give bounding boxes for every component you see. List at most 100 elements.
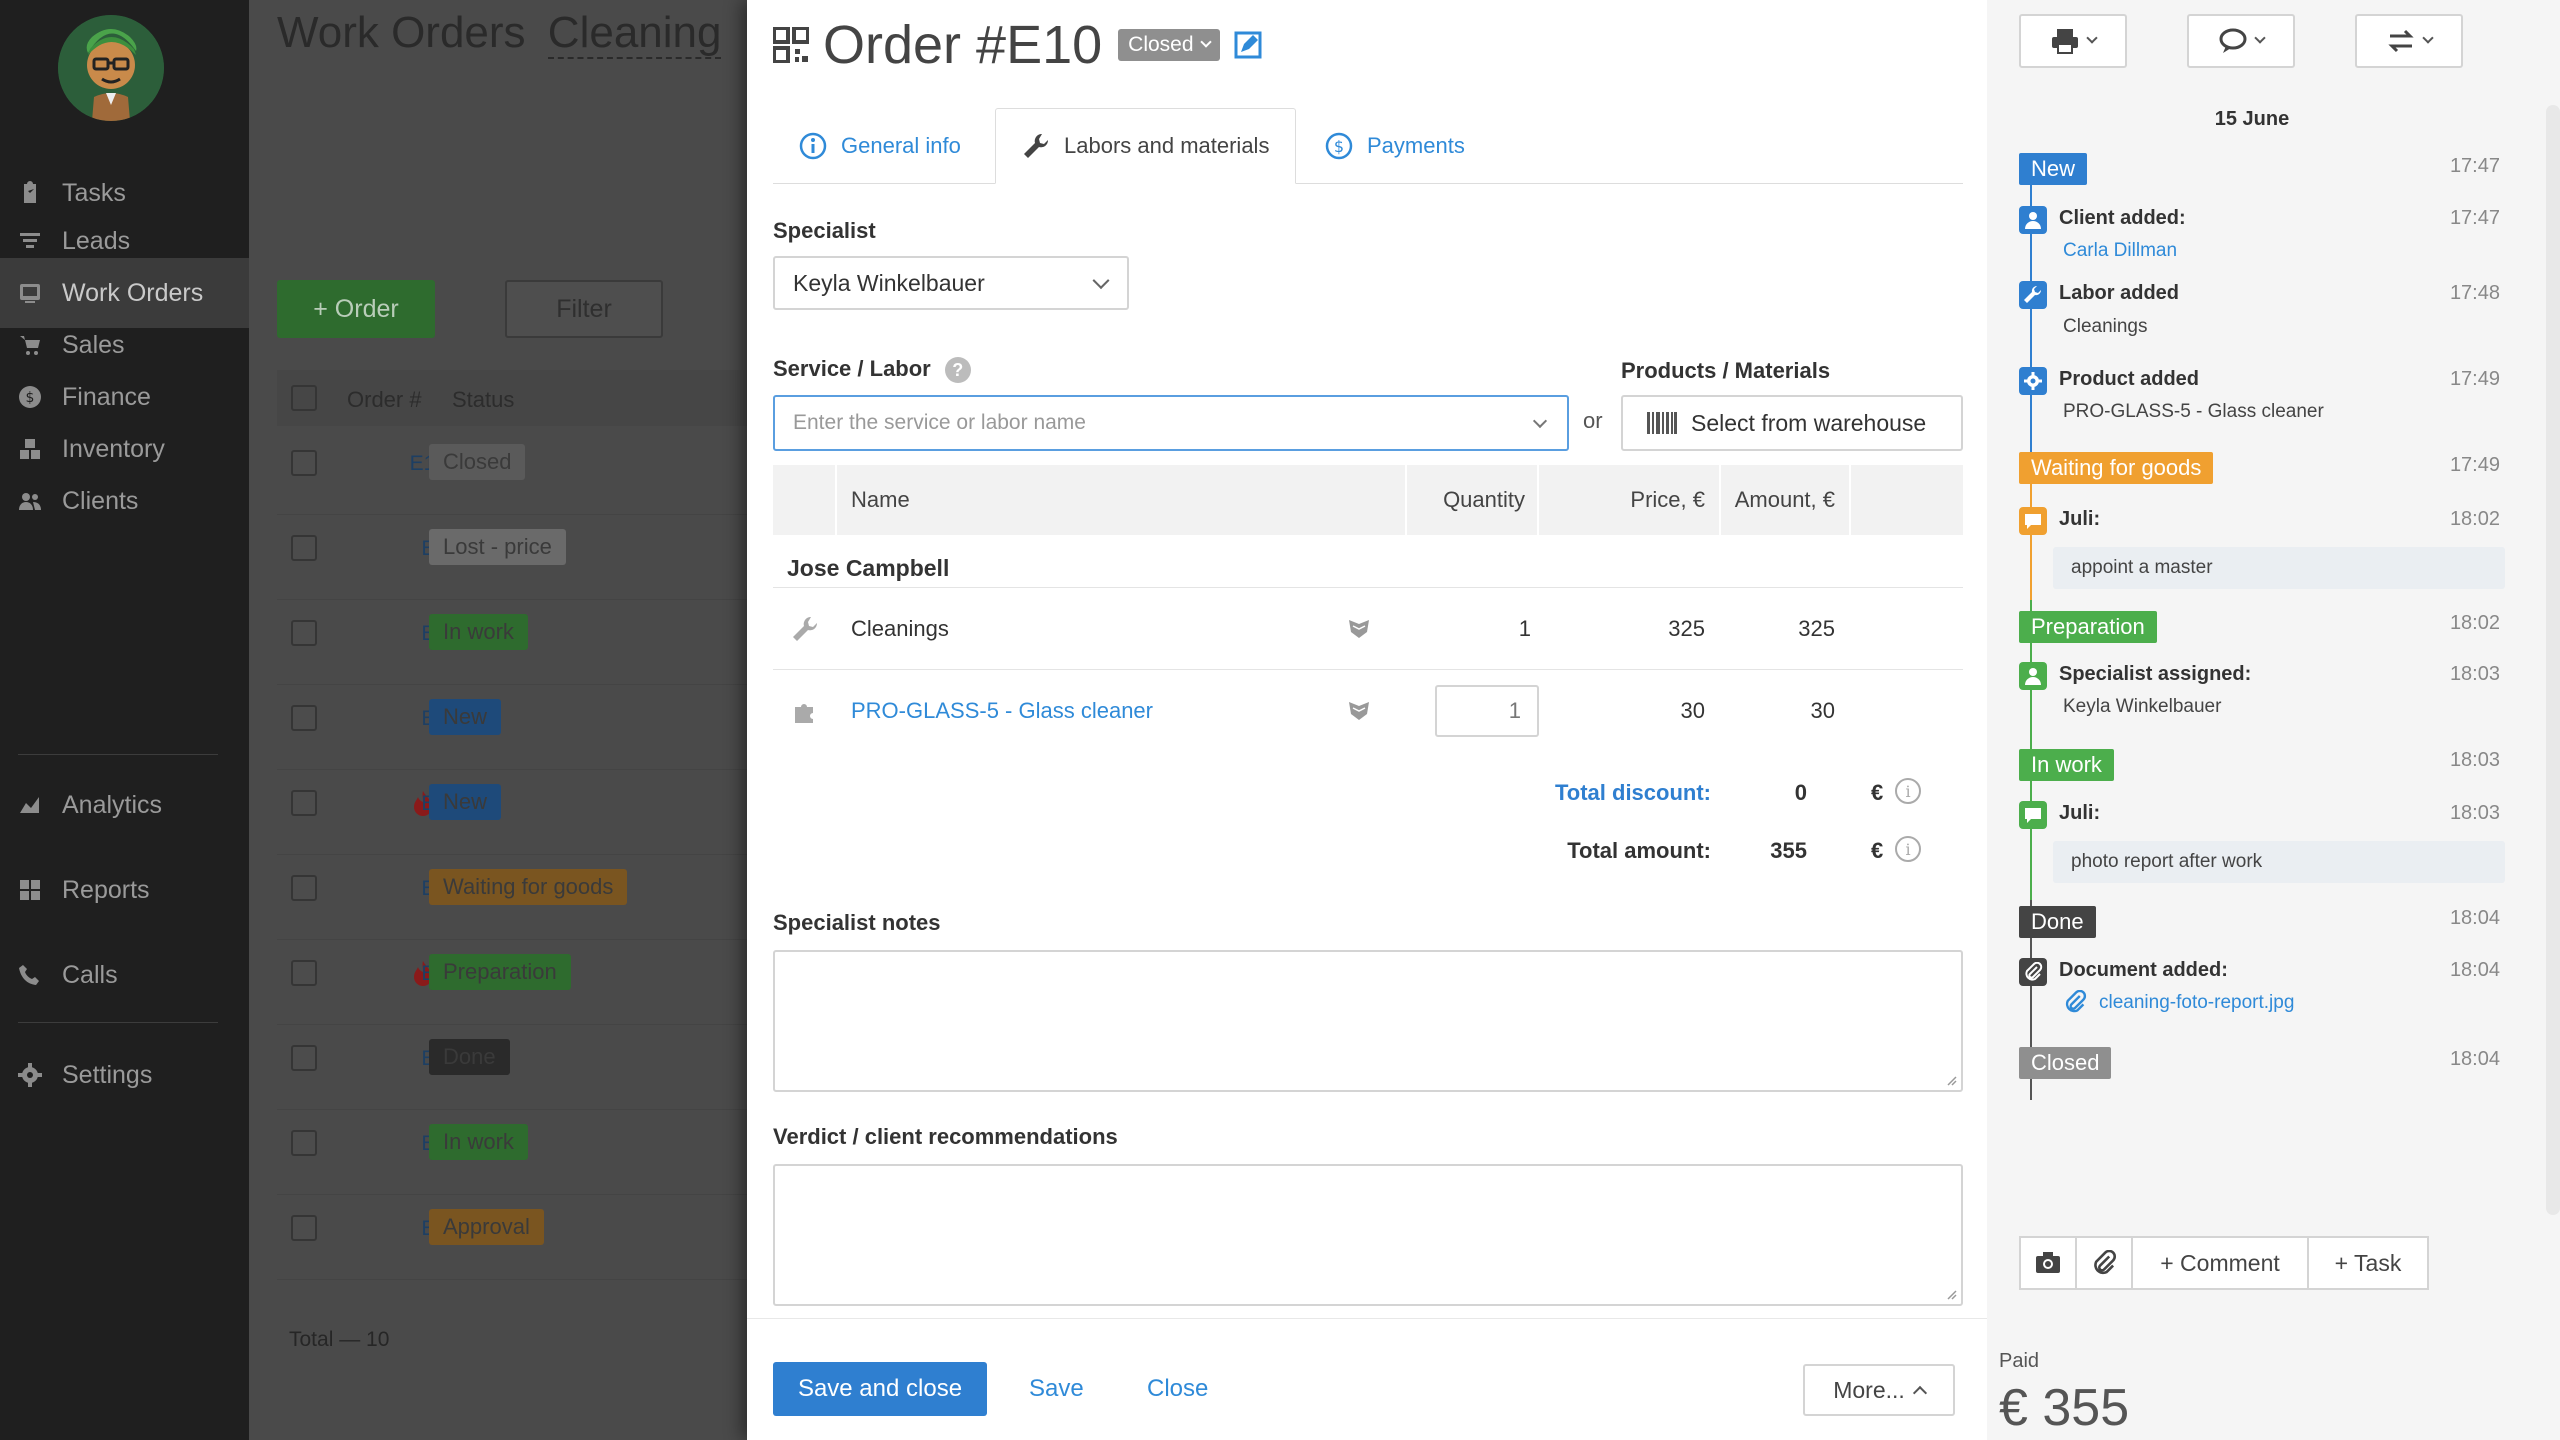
column-header-amount: Amount, € — [1719, 465, 1849, 535]
items-table-header: Name Quantity Price, € Amount, € — [773, 465, 1963, 535]
table-row[interactable]: E7New — [277, 685, 749, 770]
status-badge[interactable]: Closed — [429, 444, 526, 480]
info-icon[interactable]: i — [1895, 778, 1921, 804]
qr-code-icon[interactable] — [773, 27, 809, 63]
add-order-button[interactable]: + Order — [277, 280, 435, 338]
save-and-close-button[interactable]: Save and close — [773, 1362, 987, 1416]
status-dropdown[interactable]: Closed — [1118, 29, 1220, 61]
messages-button[interactable] — [2187, 14, 2295, 68]
table-row[interactable]: E9Lost - price — [277, 515, 749, 600]
row-checkbox[interactable] — [291, 450, 317, 476]
status-badge[interactable]: New — [429, 699, 502, 735]
cart-icon — [18, 333, 42, 357]
transfer-arrows-icon — [2388, 29, 2414, 53]
sidebar-item-clients[interactable]: Clients — [0, 466, 249, 536]
status-badge[interactable]: Preparation — [429, 954, 571, 990]
info-icon[interactable]: i — [1895, 836, 1921, 862]
status-badge[interactable]: Lost - price — [429, 529, 566, 565]
sidebar-item-label: Tasks — [62, 178, 126, 207]
table-row[interactable]: E4Preparation — [277, 940, 749, 1025]
status-badge[interactable]: In work — [429, 614, 528, 650]
total-count: Total — 10 — [289, 1328, 390, 1351]
column-header-quantity: Quantity — [1405, 465, 1537, 535]
select-from-warehouse-button[interactable]: Select from warehouse — [1621, 395, 1963, 451]
table-row[interactable]: E2In work — [277, 1110, 749, 1195]
sidebar-item-calls[interactable]: Calls — [0, 940, 249, 1010]
product-link[interactable]: PRO-GLASS-5 - Glass cleaner — [851, 670, 1153, 752]
resize-handle-icon[interactable] — [1945, 1288, 1957, 1300]
category-selector[interactable]: Cleaning — [547, 8, 722, 59]
transfer-button[interactable] — [2355, 14, 2463, 68]
tab-payments[interactable]: $ Payments — [1299, 108, 1491, 184]
sidebar-item-analytics[interactable]: Analytics — [0, 770, 249, 840]
discount-icon[interactable] — [1347, 670, 1371, 752]
save-button[interactable]: Save — [1029, 1362, 1084, 1416]
table-row[interactable]: E10Closed — [277, 430, 749, 515]
add-comment-button[interactable]: + Comment — [2131, 1236, 2309, 1290]
event-time: 18:03 — [2449, 663, 2500, 685]
row-checkbox[interactable] — [291, 535, 317, 561]
row-checkbox[interactable] — [291, 960, 317, 986]
photo-button[interactable] — [2019, 1236, 2077, 1290]
item-price: 325 — [1668, 616, 1705, 641]
status-badge[interactable]: New — [429, 784, 502, 820]
quantity-input[interactable]: 1 — [1435, 670, 1539, 752]
attach-button[interactable] — [2075, 1236, 2133, 1290]
row-checkbox[interactable] — [291, 705, 317, 731]
comment-author: Juli: — [2059, 508, 2101, 530]
status-badge[interactable]: Waiting for goods — [429, 869, 628, 905]
row-checkbox[interactable] — [291, 875, 317, 901]
specialist-notes-label: Specialist notes — [773, 910, 941, 935]
select-all-checkbox[interactable] — [291, 385, 317, 411]
tab-labors-and-materials[interactable]: Labors and materials — [995, 108, 1297, 184]
specialist-select[interactable]: Keyla Winkelbauer — [773, 256, 1129, 310]
currency-symbol: € — [1871, 838, 1884, 863]
info-icon — [799, 132, 827, 160]
total-discount-link[interactable]: Total discount: — [1447, 780, 1711, 806]
column-header[interactable]: Status — [452, 387, 514, 413]
panel-footer: Save and close Save Close More... — [747, 1318, 1987, 1440]
discount-icon[interactable] — [1347, 588, 1371, 670]
table-row[interactable]: E5Waiting for goods — [277, 855, 749, 940]
sidebar-item-reports[interactable]: Reports — [0, 855, 249, 925]
total-amount-value: 355 — [1770, 838, 1807, 863]
verdict-textarea[interactable] — [773, 1164, 1963, 1306]
total-discount-value: 0 — [1794, 780, 1807, 805]
item-name[interactable]: Cleanings — [851, 588, 949, 670]
table-row[interactable]: E1Done — [277, 1025, 749, 1110]
print-button[interactable] — [2019, 14, 2127, 68]
row-checkbox[interactable] — [291, 1215, 317, 1241]
service-search-input[interactable]: Enter the service or labor name — [773, 395, 1569, 451]
table-row[interactable]: E3Approval — [277, 1195, 749, 1280]
tab-general-info[interactable]: General info — [773, 108, 987, 184]
avatar[interactable] — [58, 15, 164, 121]
row-checkbox[interactable] — [291, 620, 317, 646]
table-row[interactable]: E6New — [277, 770, 749, 855]
row-checkbox[interactable] — [291, 1045, 317, 1071]
help-icon[interactable]: ? — [944, 357, 971, 384]
sidebar-item-label: Clients — [62, 486, 139, 515]
chat-bubble-icon — [2219, 28, 2247, 53]
status-badge[interactable]: Approval — [429, 1209, 544, 1245]
status-badge[interactable]: In work — [429, 1124, 528, 1160]
add-task-button[interactable]: + Task — [2307, 1236, 2429, 1290]
wrench-icon — [1024, 133, 1049, 158]
status-badge: Waiting for goods — [2019, 452, 2214, 484]
close-button[interactable]: Close — [1147, 1362, 1208, 1416]
sidebar-item-label: Settings — [62, 1060, 153, 1089]
gear-icon — [18, 1063, 42, 1087]
sidebar-item-settings[interactable]: Settings — [0, 1040, 249, 1110]
client-link[interactable]: Carla Dillman — [2063, 240, 2177, 262]
row-checkbox[interactable] — [291, 1130, 317, 1156]
document-link[interactable]: cleaning-foto-report.jpg — [2099, 992, 2294, 1014]
filter-button[interactable]: Filter — [505, 280, 663, 338]
table-row[interactable]: E8In work — [277, 600, 749, 685]
specialist-notes-textarea[interactable] — [773, 950, 1963, 1092]
status-badge[interactable]: Done — [429, 1039, 510, 1075]
resize-handle-icon[interactable] — [1945, 1074, 1957, 1086]
more-button[interactable]: More... — [1803, 1364, 1955, 1416]
activity-scrollbar[interactable] — [2546, 105, 2560, 1215]
row-checkbox[interactable] — [291, 790, 317, 816]
column-header[interactable]: Order # — [347, 387, 422, 413]
edit-icon[interactable] — [1234, 31, 1262, 59]
